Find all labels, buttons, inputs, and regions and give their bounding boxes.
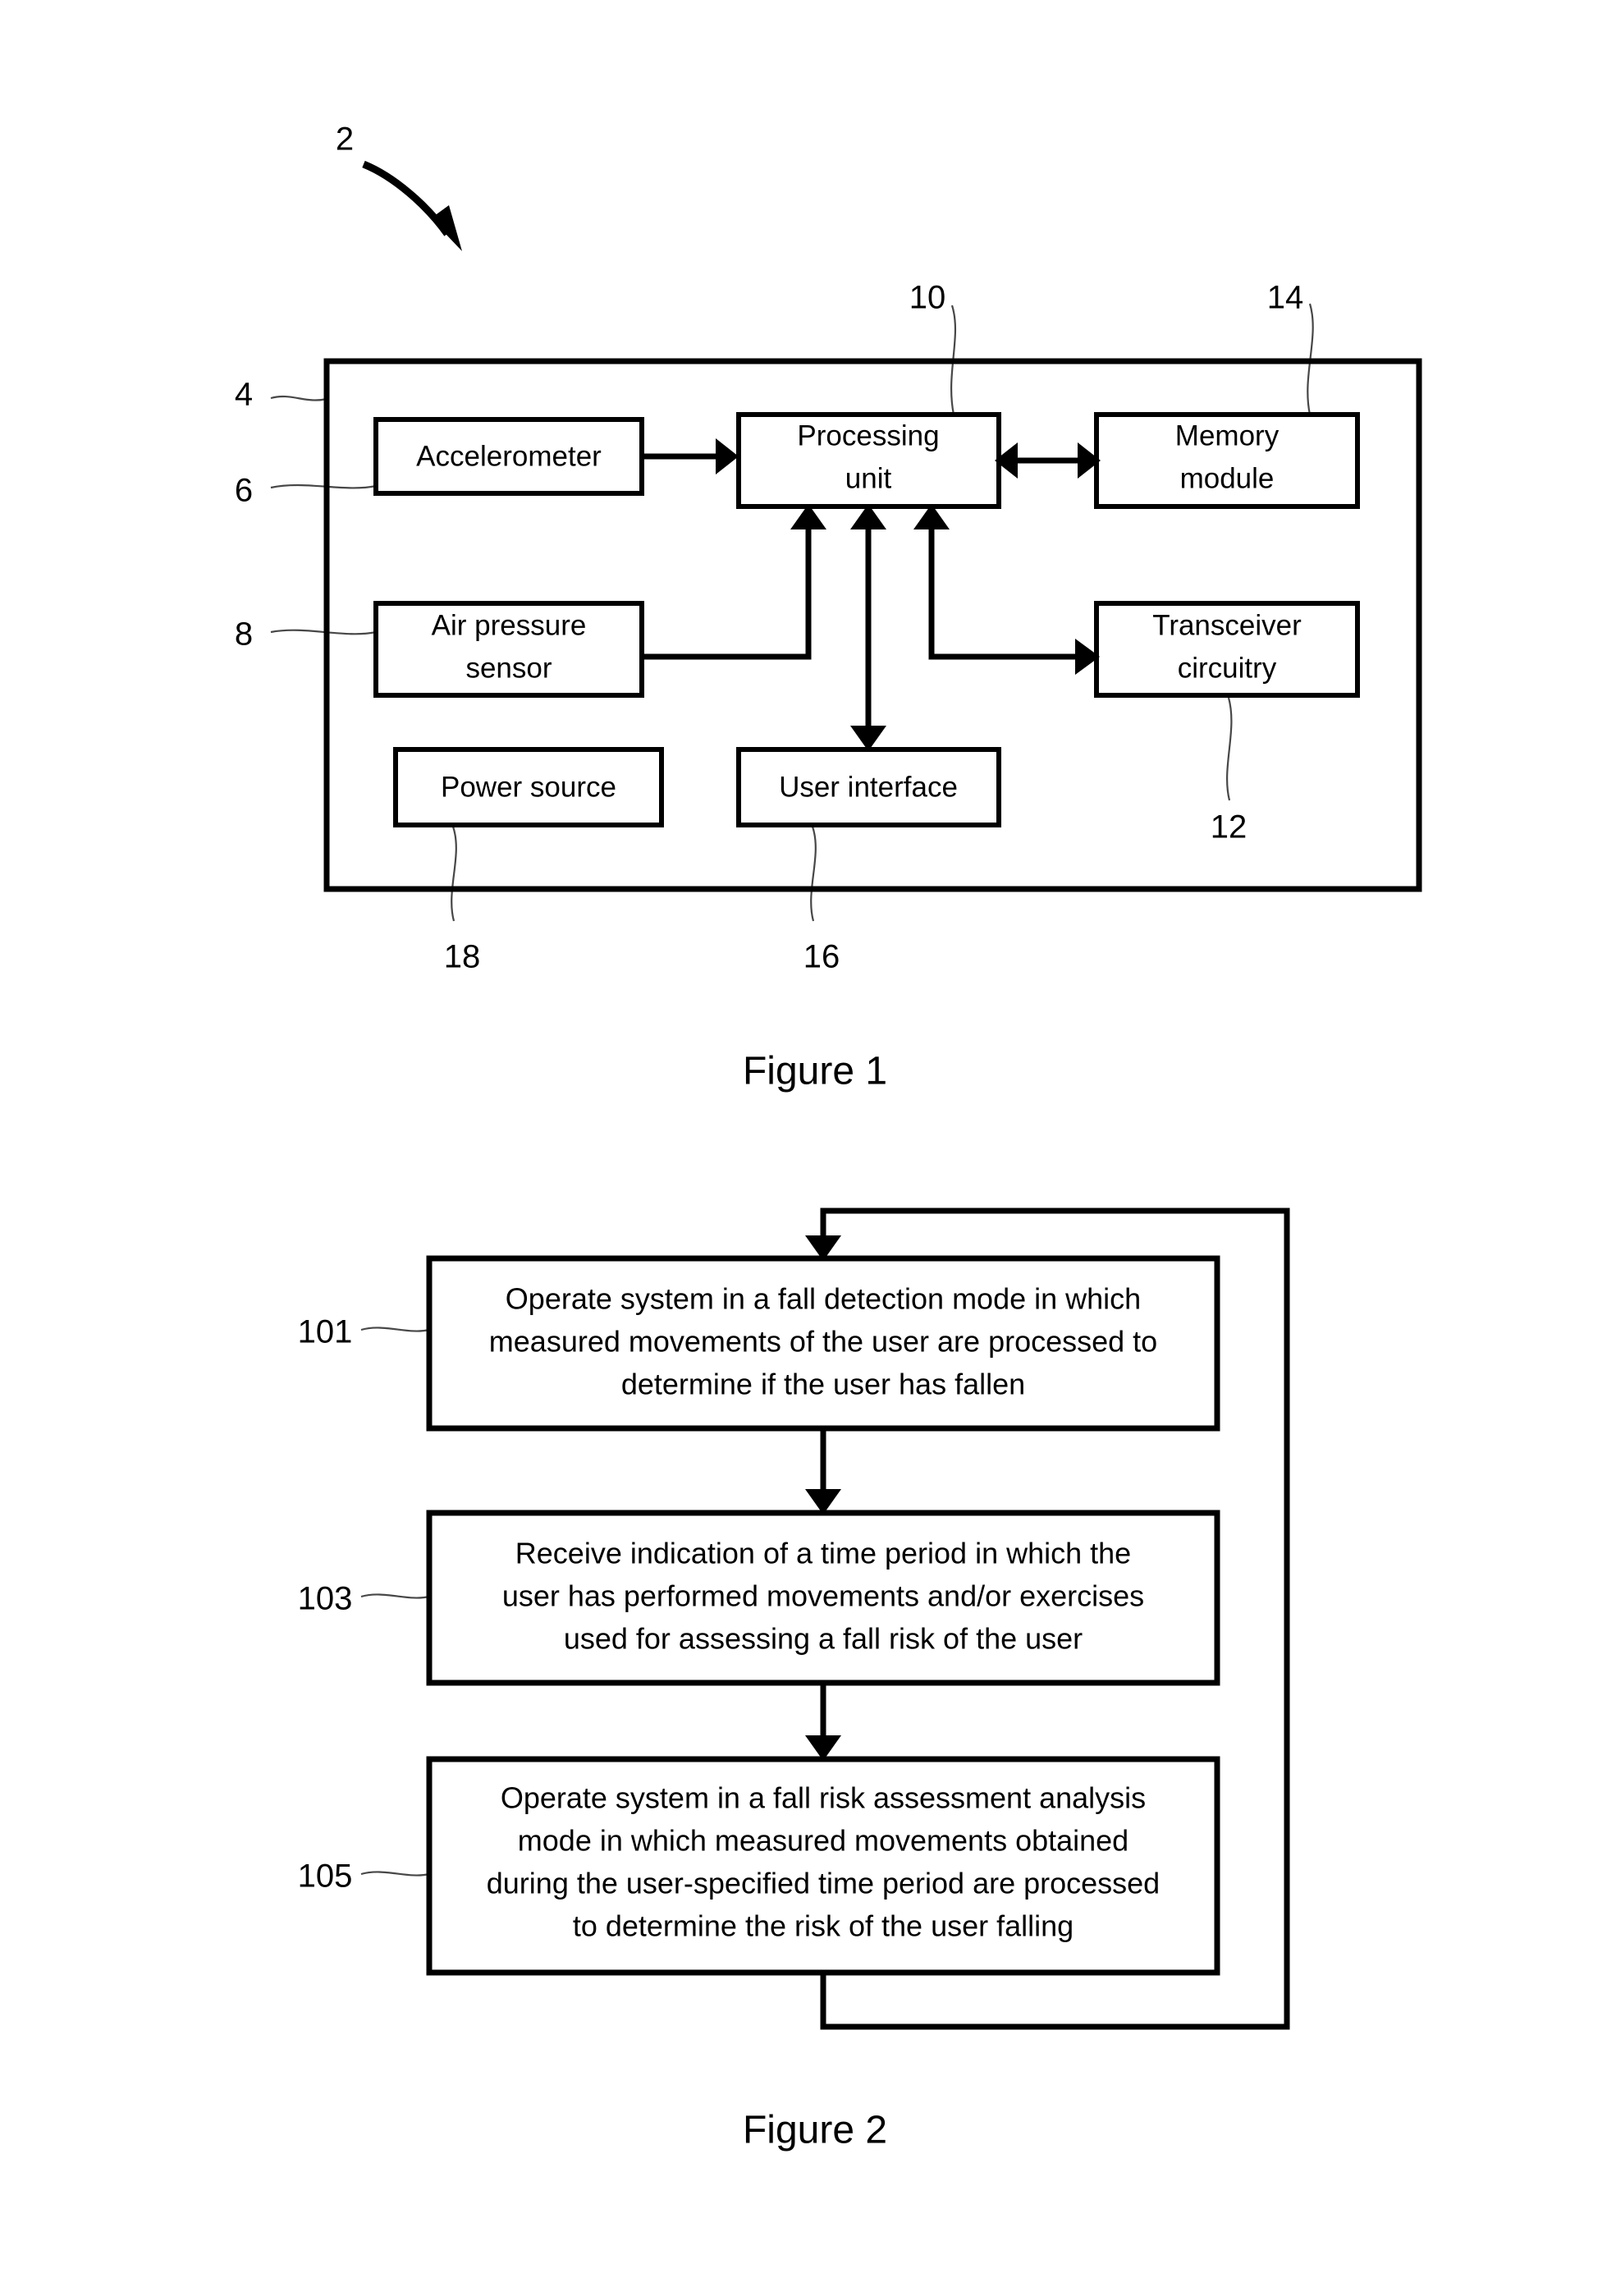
ref-number-8: 8 xyxy=(235,616,253,653)
connector-accelerometer-to-processing xyxy=(642,438,739,474)
leader-line-101 xyxy=(360,1327,430,1332)
flow-step-103-line-2: user has performed movements and/or exer… xyxy=(502,1579,1144,1613)
connector-air-pressure-to-processing xyxy=(642,504,826,660)
flow-step-105-line-1: Operate system in a fall risk assessment… xyxy=(501,1781,1146,1815)
flow-step-105-line-4: to determine the risk of the user fallin… xyxy=(573,1909,1074,1943)
flow-step-103-line-1: Receive indication of a time period in w… xyxy=(515,1537,1131,1570)
leader-line-16 xyxy=(810,826,817,922)
system-pointer-arrow xyxy=(362,160,462,251)
leader-line-12 xyxy=(1226,697,1233,801)
block-air-pressure-sensor-label-line2: sensor xyxy=(465,652,552,684)
connector-processing-to-memory xyxy=(995,442,1101,479)
ref-number-14: 14 xyxy=(1267,280,1304,316)
ref-number-4: 4 xyxy=(235,377,253,413)
ref-number-105: 105 xyxy=(298,1858,353,1895)
patent-drawing-sheet: 2 4 Accelerometer 6 Processing unit 10 M… xyxy=(0,0,1616,2296)
block-processing-unit-label-line2: unit xyxy=(845,462,892,494)
block-processing-unit-label-line1: Processing xyxy=(797,419,939,451)
connector-103-to-105 xyxy=(805,1683,841,1761)
leader-line-105 xyxy=(360,1871,430,1877)
figure-2-group: Operate system in a fall detection mode … xyxy=(298,1208,1290,2152)
figure-1-group: 2 4 Accelerometer 6 Processing unit 10 M… xyxy=(235,121,1422,1093)
figure-1-caption: Figure 1 xyxy=(743,1050,887,1093)
ref-number-16: 16 xyxy=(803,939,840,975)
ref-number-101: 101 xyxy=(298,1314,353,1350)
ref-number-2: 2 xyxy=(336,121,354,158)
leader-line-18 xyxy=(451,826,457,922)
leader-line-6 xyxy=(270,483,377,489)
block-memory-module-label-line1: Memory xyxy=(1175,419,1280,451)
ref-number-6: 6 xyxy=(235,473,253,509)
ref-number-12: 12 xyxy=(1211,809,1247,846)
flow-step-103-line-3: used for assessing a fall risk of the us… xyxy=(564,1622,1083,1656)
block-user-interface-label: User interface xyxy=(779,771,958,803)
figure-2-caption: Figure 2 xyxy=(743,2109,887,2152)
patent-figures-svg: 2 4 Accelerometer 6 Processing unit 10 M… xyxy=(235,121,1422,2152)
flow-step-105-line-2: mode in which measured movements obtaine… xyxy=(518,1824,1128,1858)
block-transceiver-circuitry-label-line1: Transceiver xyxy=(1152,609,1302,641)
flow-step-101-line-2: measured movements of the user are proce… xyxy=(489,1325,1157,1359)
flow-step-101-line-3: determine if the user has fallen xyxy=(621,1368,1025,1401)
block-transceiver-circuitry-label-line2: circuitry xyxy=(1178,652,1277,684)
block-power-source-label: Power source xyxy=(441,771,616,803)
block-air-pressure-sensor-label-line1: Air pressure xyxy=(432,609,587,641)
ref-number-10: 10 xyxy=(909,280,946,316)
ref-number-18: 18 xyxy=(444,939,481,975)
connector-user-interface-to-processing xyxy=(850,504,886,751)
connector-processing-to-transceiver xyxy=(913,504,1100,675)
block-accelerometer-label: Accelerometer xyxy=(416,440,602,472)
ref-number-103: 103 xyxy=(298,1581,353,1617)
leader-line-8 xyxy=(270,629,377,635)
leader-line-4 xyxy=(270,395,327,401)
flow-step-101-line-1: Operate system in a fall detection mode … xyxy=(506,1282,1141,1316)
connector-101-to-103 xyxy=(805,1428,841,1515)
flow-step-105-line-3: during the user-specified time period ar… xyxy=(487,1867,1160,1900)
leader-line-103 xyxy=(360,1593,430,1599)
block-memory-module-label-line2: module xyxy=(1180,462,1275,494)
